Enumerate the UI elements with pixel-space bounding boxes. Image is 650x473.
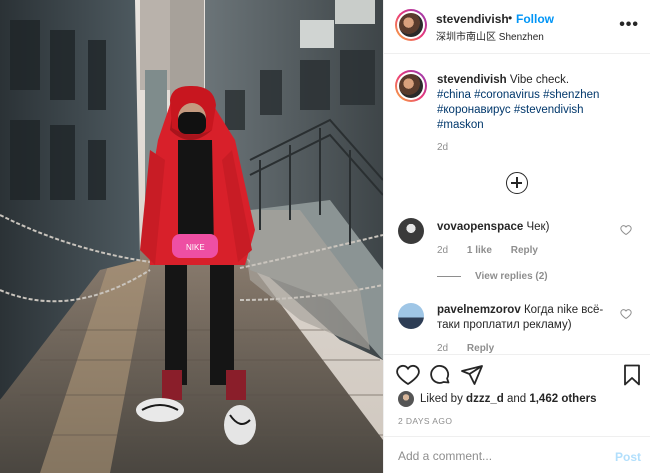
caption-username[interactable]: stevendivish xyxy=(437,74,507,86)
paper-plane-icon[interactable] xyxy=(460,363,484,387)
liked-by-user[interactable]: dzzz_d xyxy=(466,393,504,405)
comment-2: pavelnemzorov Когда nike всё- таки пропл… xyxy=(437,303,617,333)
comment-body: Чек) xyxy=(526,221,550,233)
comment-time: 2d xyxy=(437,245,449,256)
comment-meta: 2d Reply xyxy=(437,343,510,353)
post-comment-button[interactable]: Post xyxy=(615,450,641,464)
caption-hashtags-line3[interactable]: #maskon xyxy=(437,119,484,131)
comment-body: Когда nike всё- xyxy=(523,304,604,316)
bookmark-icon[interactable] xyxy=(620,363,644,387)
more-options-icon[interactable]: ••• xyxy=(619,16,639,34)
comments-list: vovaopenspace Чек) 2d 1 like Reply View … xyxy=(384,200,650,353)
post-photo[interactable]: NIKE xyxy=(0,0,383,473)
post-date[interactable]: 2 DAYS AGO xyxy=(398,416,452,426)
caption-text: Vibe check. xyxy=(509,74,570,86)
add-comment-input[interactable] xyxy=(398,449,598,463)
follow-button[interactable]: Follow xyxy=(516,12,554,26)
caption-hashtags-line1[interactable]: #china #coronavirus #shenzhen xyxy=(437,89,599,101)
load-more-comments-icon[interactable] xyxy=(506,172,528,194)
view-replies-button[interactable]: View replies (2) xyxy=(437,271,548,282)
post-header: stevendivish • Follow 深圳市南山区 Shenzhen ••… xyxy=(384,0,650,54)
post-side-panel: stevendivish • Follow 深圳市南山区 Shenzhen ••… xyxy=(383,0,650,473)
comment-likes[interactable]: 1 like xyxy=(467,245,492,256)
header-separator: • xyxy=(508,11,513,25)
liked-by-prefix: Liked by xyxy=(420,393,463,405)
reply-button[interactable]: Reply xyxy=(511,245,538,256)
comment-time: 2d xyxy=(437,343,449,353)
comment-body-cont: таки проплатил рекламу) xyxy=(437,319,572,331)
photo-illustration: NIKE xyxy=(0,0,383,473)
comment-1: vovaopenspace Чек) xyxy=(437,220,617,235)
commenter-avatar[interactable] xyxy=(398,303,424,329)
svg-text:NIKE: NIKE xyxy=(186,243,205,252)
caption-timestamp: 2d xyxy=(437,142,449,153)
liked-by-and: and xyxy=(506,393,527,405)
comment-like-icon[interactable] xyxy=(620,224,632,236)
comment-meta: 2d 1 like Reply xyxy=(437,245,554,256)
liker-avatar[interactable] xyxy=(398,391,414,407)
comment-like-icon[interactable] xyxy=(620,308,632,320)
post-location[interactable]: 深圳市南山区 Shenzhen xyxy=(436,28,544,43)
comment-icon[interactable] xyxy=(428,363,452,387)
reply-button[interactable]: Reply xyxy=(467,343,494,353)
author-avatar[interactable] xyxy=(395,9,427,41)
commenter-avatar[interactable] xyxy=(398,218,424,244)
heart-icon[interactable] xyxy=(396,363,420,387)
caption-hashtags-line2[interactable]: #коронавирус #stevendivish xyxy=(437,104,584,116)
author-username[interactable]: stevendivish xyxy=(436,12,509,26)
post-caption: stevendivish Vibe check. #china #coronav… xyxy=(437,73,642,133)
post-actions-bar xyxy=(384,354,650,394)
likes-count[interactable]: 1,462 others xyxy=(529,393,596,405)
caption-author-avatar[interactable] xyxy=(395,70,427,102)
add-comment-bar: Post xyxy=(384,436,650,473)
comment-username[interactable]: vovaopenspace xyxy=(437,221,523,233)
comment-username[interactable]: pavelnemzorov xyxy=(437,304,521,316)
